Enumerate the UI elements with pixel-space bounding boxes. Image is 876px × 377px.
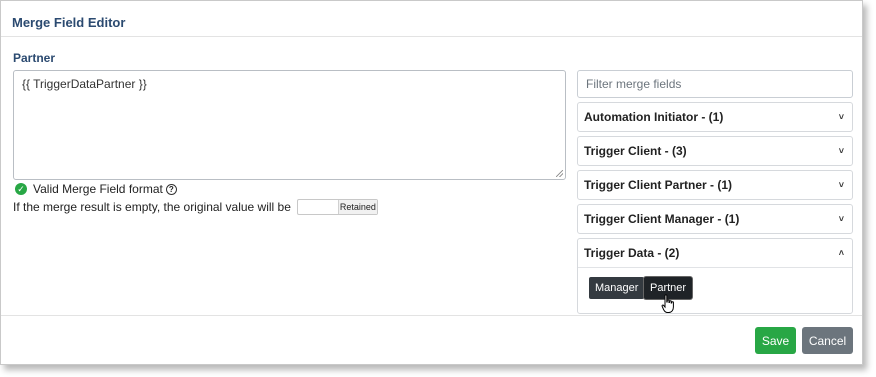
check-circle-icon: ✓ (15, 183, 27, 195)
validation-status: ✓ Valid Merge Field format ? (15, 182, 177, 196)
group-header-trigger-client-partner[interactable]: Trigger Client Partner - (1) ˅ (578, 171, 852, 199)
empty-result-row: If the merge result is empty, the origin… (13, 199, 378, 215)
chevron-down-icon: ˅ (838, 112, 844, 122)
help-icon[interactable]: ? (165, 183, 177, 195)
merge-fields-panel: Automation Initiator - (1) ˅ Trigger Cli… (577, 70, 853, 314)
chevron-down-icon: ˅ (838, 214, 844, 224)
group-trigger-client-partner: Trigger Client Partner - (1) ˅ (577, 170, 853, 200)
toggle-off-option[interactable] (298, 200, 338, 214)
retained-toggle[interactable]: Retained (296, 199, 378, 215)
hand-pointer-icon (661, 294, 674, 313)
group-automation-initiator: Automation Initiator - (1) ˅ (577, 102, 853, 132)
dialog-header: Merge Field Editor (1, 1, 862, 37)
group-trigger-client: Trigger Client - (3) ˅ (577, 136, 853, 166)
dialog-footer: Save Cancel (1, 315, 862, 365)
save-button[interactable]: Save (755, 327, 796, 354)
group-header-automation-initiator[interactable]: Automation Initiator - (1) ˅ (578, 103, 852, 131)
group-label: Trigger Client Partner - (1) (584, 178, 733, 192)
group-trigger-data: Trigger Data - (2) ˄ Manager Partner (577, 238, 853, 314)
cancel-button[interactable]: Cancel (802, 327, 853, 354)
group-trigger-client-manager: Trigger Client Manager - (1) ˅ (577, 204, 853, 234)
group-header-trigger-client-manager[interactable]: Trigger Client Manager - (1) ˅ (578, 205, 852, 233)
group-header-trigger-data[interactable]: Trigger Data - (2) ˄ (578, 239, 852, 267)
resize-grip-icon[interactable] (556, 170, 563, 177)
empty-result-text: If the merge result is empty, the origin… (13, 200, 291, 214)
filter-merge-fields-input[interactable] (577, 70, 853, 98)
merge-field-manager-button[interactable]: Manager (589, 277, 645, 299)
group-label: Trigger Client Manager - (1) (584, 212, 740, 226)
merge-field-editor-dialog: Merge Field Editor Partner {{ TriggerDat… (0, 0, 863, 365)
validation-text: Valid Merge Field format (33, 182, 163, 196)
group-label: Trigger Data - (2) (584, 246, 680, 260)
dialog-title: Merge Field Editor (12, 15, 126, 30)
group-label: Trigger Client - (3) (584, 144, 687, 158)
group-body-trigger-data: Manager Partner (578, 267, 852, 313)
chevron-up-icon: ˄ (838, 248, 844, 258)
group-label: Automation Initiator - (1) (584, 110, 724, 124)
chevron-down-icon: ˅ (838, 146, 844, 156)
group-header-trigger-client[interactable]: Trigger Client - (3) ˅ (578, 137, 852, 165)
field-label: Partner (13, 51, 56, 65)
toggle-retained-option[interactable]: Retained (337, 200, 377, 214)
chevron-down-icon: ˅ (838, 180, 844, 190)
merge-field-value: {{ TriggerDataPartner }} (22, 77, 147, 91)
merge-field-textarea[interactable]: {{ TriggerDataPartner }} (13, 70, 566, 180)
